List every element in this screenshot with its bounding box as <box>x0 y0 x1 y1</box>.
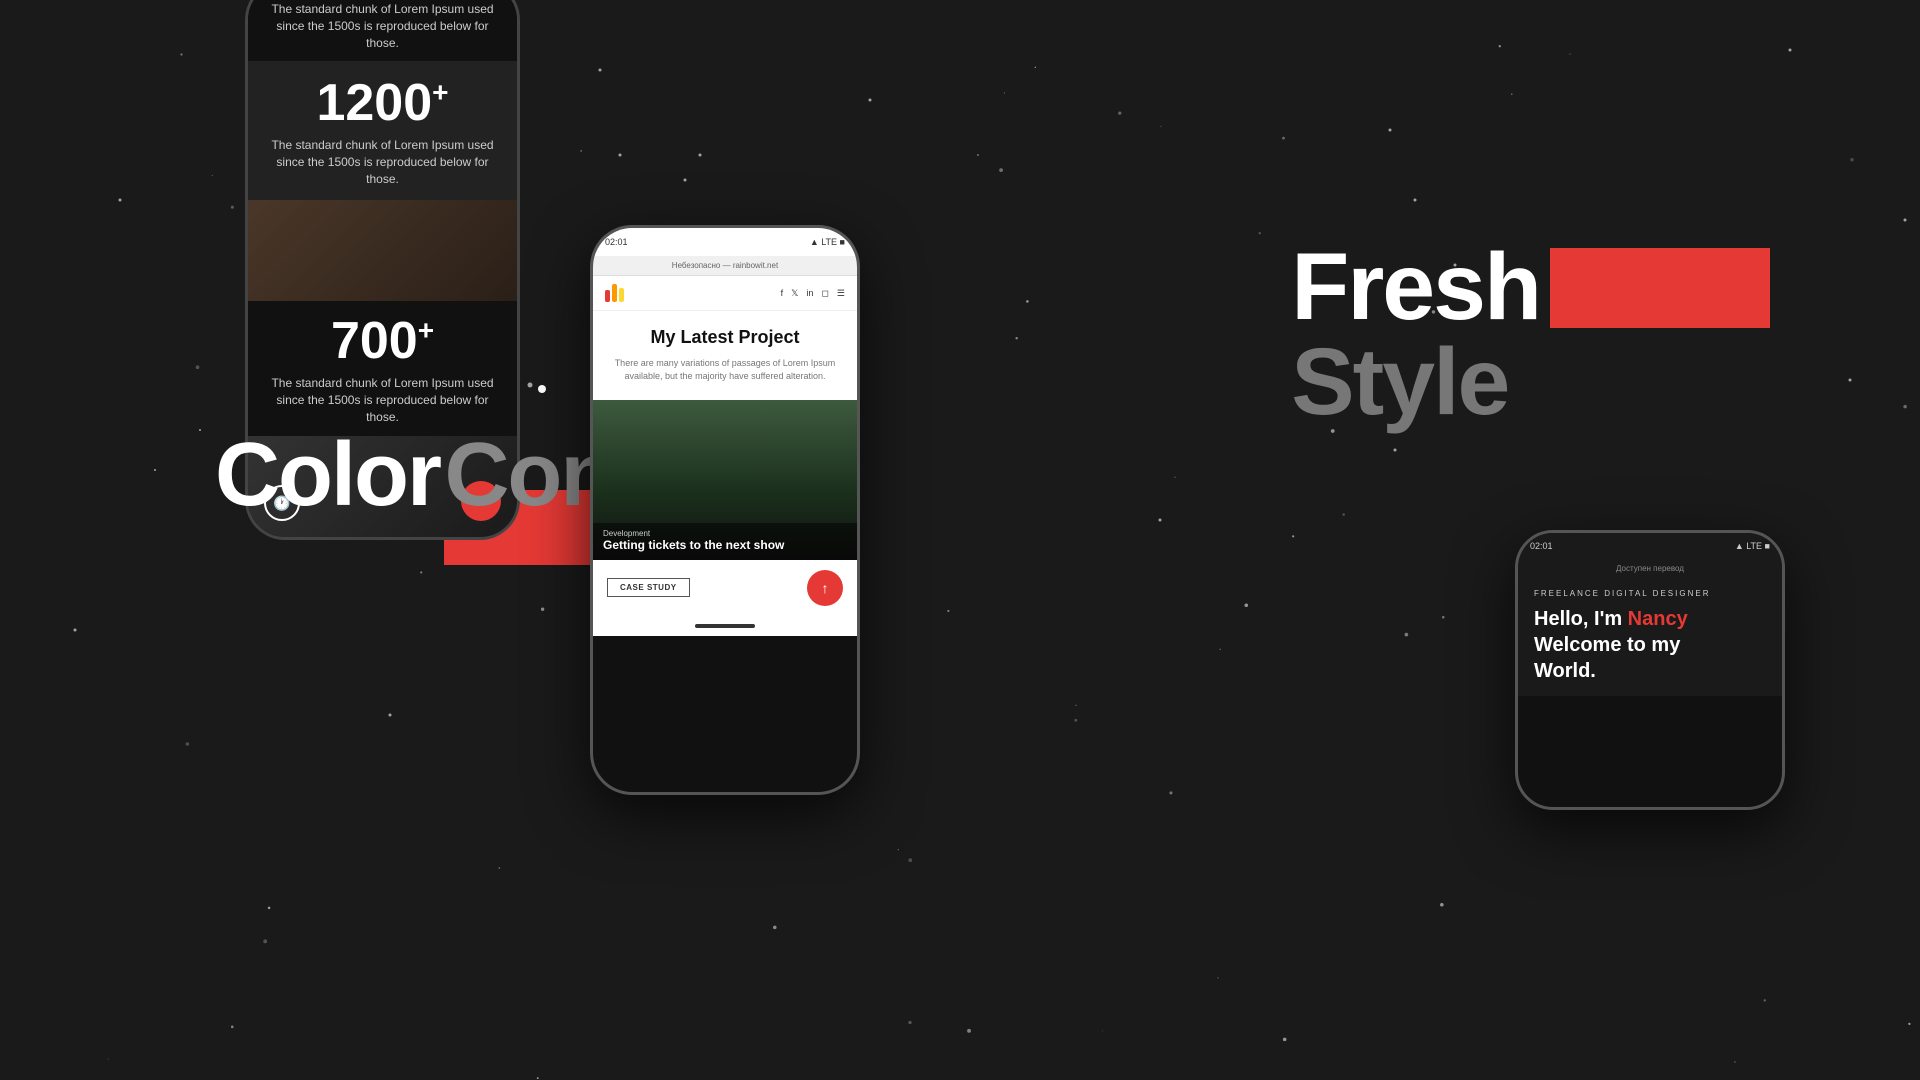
hello-text: Hello, I'm Nancy Welcome to my World. <box>1534 606 1766 684</box>
status-icons-center: ▲ LTE ■ <box>810 237 845 247</box>
logo-bar-3 <box>619 288 624 302</box>
url-text-right: Доступен перевод <box>1616 564 1684 573</box>
url-bar-right: Доступен перевод <box>1518 559 1782 577</box>
color-text: Color <box>215 430 440 520</box>
case-study-button[interactable]: CASE STUDY <box>607 578 690 597</box>
time-center: 02:01 <box>605 237 628 247</box>
card-actions: CASE STUDY ↑ <box>593 560 857 616</box>
twitter-icon: 𝕏 <box>791 288 798 299</box>
project-description: There are many variations of passages of… <box>607 357 843 384</box>
fresh-style-section: Fresh Style <box>1291 240 1770 430</box>
red-accent-bar-right <box>1550 248 1770 328</box>
linkedin-icon: in <box>806 288 813 298</box>
top-lorem-text: The standard chunk of Lorem Ipsum used s… <box>268 1 497 51</box>
project-card: Development Getting tickets to the next … <box>593 400 857 616</box>
separator-dot <box>538 385 546 393</box>
world-line: World. <box>1534 660 1596 682</box>
phone-right: 02:01 ▲ LTE ■ Доступен перевод FREELANCE… <box>1515 530 1785 810</box>
status-icons-right: ▲ LTE ■ <box>1735 541 1770 551</box>
stat-700: 700+ <box>268 311 497 371</box>
menu-icon[interactable]: ☰ <box>837 288 845 299</box>
logo-bar-1 <box>605 290 610 302</box>
facebook-icon: f <box>781 288 784 298</box>
status-bar-center: 02:01 ▲ LTE ■ <box>593 228 857 256</box>
welcome-line: Welcome to my <box>1534 634 1680 656</box>
status-bar-right: 02:01 ▲ LTE ■ <box>1518 533 1782 559</box>
time-right: 02:01 <box>1530 541 1553 551</box>
freelance-label: FREELANCE DIGITAL DESIGNER <box>1534 589 1766 598</box>
right-phone-content: FREELANCE DIGITAL DESIGNER Hello, I'm Na… <box>1518 577 1782 696</box>
style-text: Style <box>1291 335 1770 430</box>
fresh-text: Fresh <box>1291 240 1540 335</box>
url-text-center: Небезопасно — rainbowit.net <box>672 261 778 270</box>
main-content-center: My Latest Project There are many variati… <box>593 311 857 400</box>
logo-bar-2 <box>612 284 617 302</box>
hello-prefix: Hello, I'm <box>1534 608 1628 630</box>
name-highlight: Nancy <box>1628 608 1688 630</box>
card-overlay: Development Getting tickets to the next … <box>593 523 857 560</box>
logo-bars <box>605 284 624 302</box>
nav-center: f 𝕏 in ◻ ☰ <box>593 276 857 311</box>
arrow-button-center[interactable]: ↑ <box>807 570 843 606</box>
stat-1200: 1200+ <box>268 73 497 133</box>
card-image: Development Getting tickets to the next … <box>593 400 857 560</box>
phone-center: 02:01 ▲ LTE ■ Небезопасно — rainbowit.ne… <box>590 225 860 795</box>
url-bar-center: Небезопасно — rainbowit.net <box>593 256 857 276</box>
instagram-icon: ◻ <box>821 288 828 299</box>
nav-social-icons: f 𝕏 in ◻ ☰ <box>781 288 845 299</box>
card-category: Development <box>603 529 847 538</box>
stat1-text: The standard chunk of Lorem Ipsum used s… <box>268 137 497 187</box>
project-title: My Latest Project <box>607 327 843 349</box>
stat2-text: The standard chunk of Lorem Ipsum used s… <box>268 375 497 425</box>
card-title: Getting tickets to the next show <box>603 538 847 554</box>
home-indicator-center <box>695 624 755 628</box>
bottom-bar-center <box>593 616 857 636</box>
